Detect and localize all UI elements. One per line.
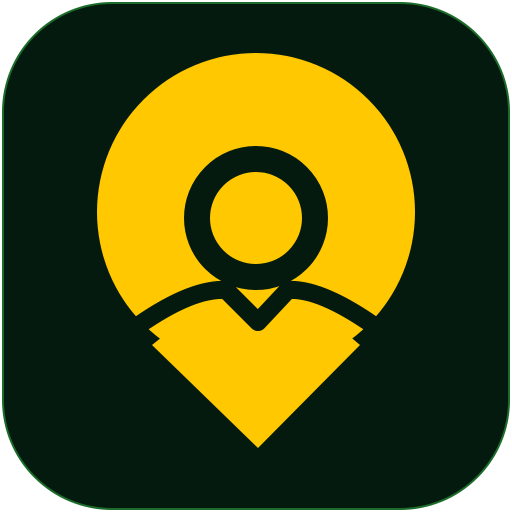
app-icon [2, 2, 510, 510]
app-icon-stage [0, 0, 512, 512]
person-head-ring [184, 146, 328, 290]
